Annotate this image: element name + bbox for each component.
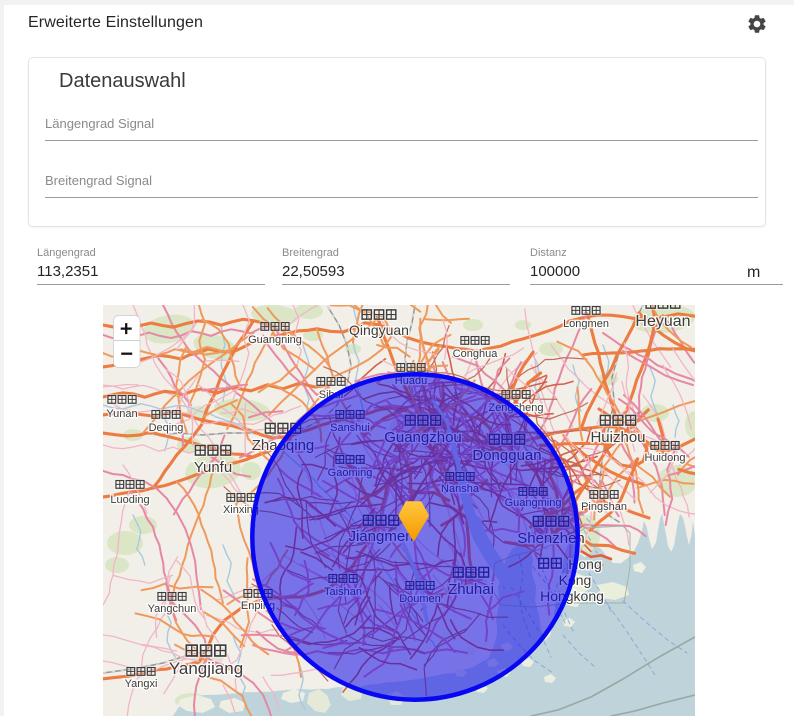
svg-text:Deqing: Deqing — [149, 422, 184, 434]
svg-text:Luoding: Luoding — [110, 494, 149, 506]
svg-text:Huidong: Huidong — [645, 452, 686, 464]
svg-text:Yunfu: Yunfu — [194, 459, 232, 476]
svg-text:Longmen: Longmen — [563, 318, 609, 330]
svg-text:Pingshan: Pingshan — [581, 501, 627, 513]
svg-text:Heyuan: Heyuan — [635, 313, 690, 330]
svg-text:Yangchun: Yangchun — [148, 603, 197, 615]
svg-text:Yunan: Yunan — [106, 408, 137, 420]
svg-text:Yangxi: Yangxi — [125, 678, 158, 690]
svg-text:Huizhou: Huizhou — [590, 429, 645, 446]
svg-text:Qingyuan: Qingyuan — [349, 322, 409, 338]
svg-text:Guangning: Guangning — [248, 334, 302, 346]
svg-text:Yangjiang: Yangjiang — [169, 659, 243, 678]
svg-text:Conghua: Conghua — [453, 348, 499, 360]
